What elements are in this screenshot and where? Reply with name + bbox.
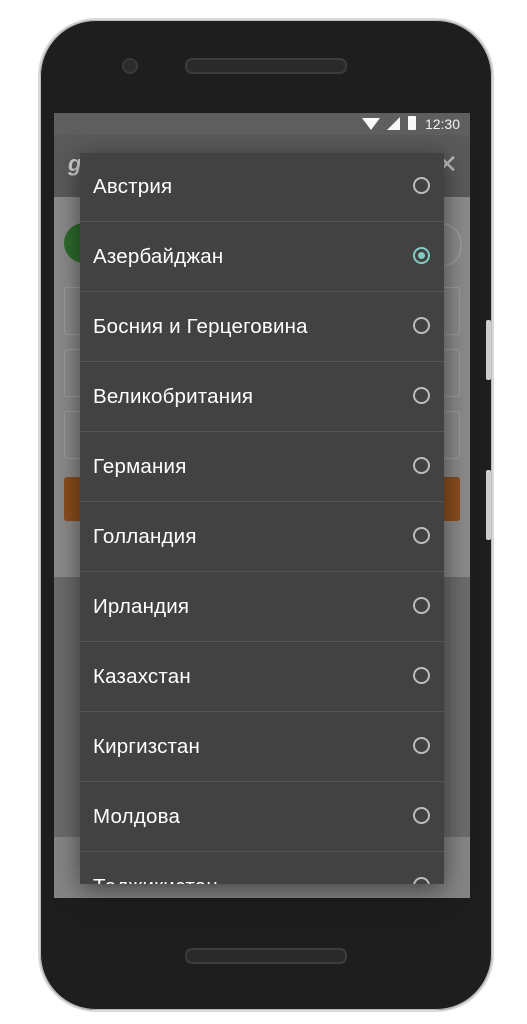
country-option[interactable]: Ирландия: [80, 573, 444, 642]
country-option-label: Ирландия: [93, 595, 190, 618]
volume-button: [486, 470, 491, 540]
radio-unchecked-icon[interactable]: [413, 667, 430, 684]
front-camera: [122, 58, 138, 74]
top-speaker: [185, 58, 347, 74]
radio-unchecked-icon[interactable]: [413, 737, 430, 754]
radio-unchecked-icon[interactable]: [413, 317, 430, 334]
country-option[interactable]: Таджикистан: [80, 853, 444, 884]
country-picker-dialog: Австрия Азербайджан Босния и Герцеговина Ве…: [80, 153, 444, 884]
radio-unchecked-icon[interactable]: [413, 597, 430, 614]
country-option-label: Киргизстан: [93, 735, 201, 758]
radio-checked-icon[interactable]: [413, 247, 430, 264]
country-option[interactable]: Казахстан: [80, 643, 444, 712]
battery-icon: [408, 116, 416, 130]
radio-unchecked-icon[interactable]: [413, 807, 430, 824]
country-option-label: Австрия: [93, 175, 173, 198]
country-option[interactable]: Азербайджан: [80, 223, 444, 292]
country-option[interactable]: Молдова: [80, 783, 444, 852]
country-option[interactable]: Австрия: [80, 153, 444, 222]
country-option-label: Азербайджан: [93, 245, 224, 268]
bottom-speaker: [185, 948, 347, 964]
power-button: [486, 320, 491, 380]
country-option-label: Босния и Герцеговина: [93, 315, 308, 338]
radio-unchecked-icon[interactable]: [413, 527, 430, 544]
status-bar: 12:30: [54, 113, 470, 135]
country-option-label: Казахстан: [93, 665, 191, 688]
country-option[interactable]: Великобритания: [80, 363, 444, 432]
country-option[interactable]: Голландия: [80, 503, 444, 572]
country-option-label: Германия: [93, 455, 187, 478]
radio-unchecked-icon[interactable]: [413, 877, 430, 884]
radio-unchecked-icon[interactable]: [413, 177, 430, 194]
country-option-label: Великобритания: [93, 385, 254, 408]
radio-unchecked-icon[interactable]: [413, 387, 430, 404]
status-time: 12:30: [424, 116, 460, 132]
country-option-label: Голландия: [93, 525, 197, 548]
country-option[interactable]: Германия: [80, 433, 444, 502]
country-option[interactable]: Босния и Герцеговина: [80, 293, 444, 362]
country-option[interactable]: Киргизстан: [80, 713, 444, 782]
country-option-label: Таджикистан: [93, 875, 218, 884]
country-option-label: Молдова: [93, 805, 181, 828]
radio-unchecked-icon[interactable]: [413, 457, 430, 474]
signal-icon: [387, 117, 400, 130]
wifi-icon: [362, 118, 380, 130]
